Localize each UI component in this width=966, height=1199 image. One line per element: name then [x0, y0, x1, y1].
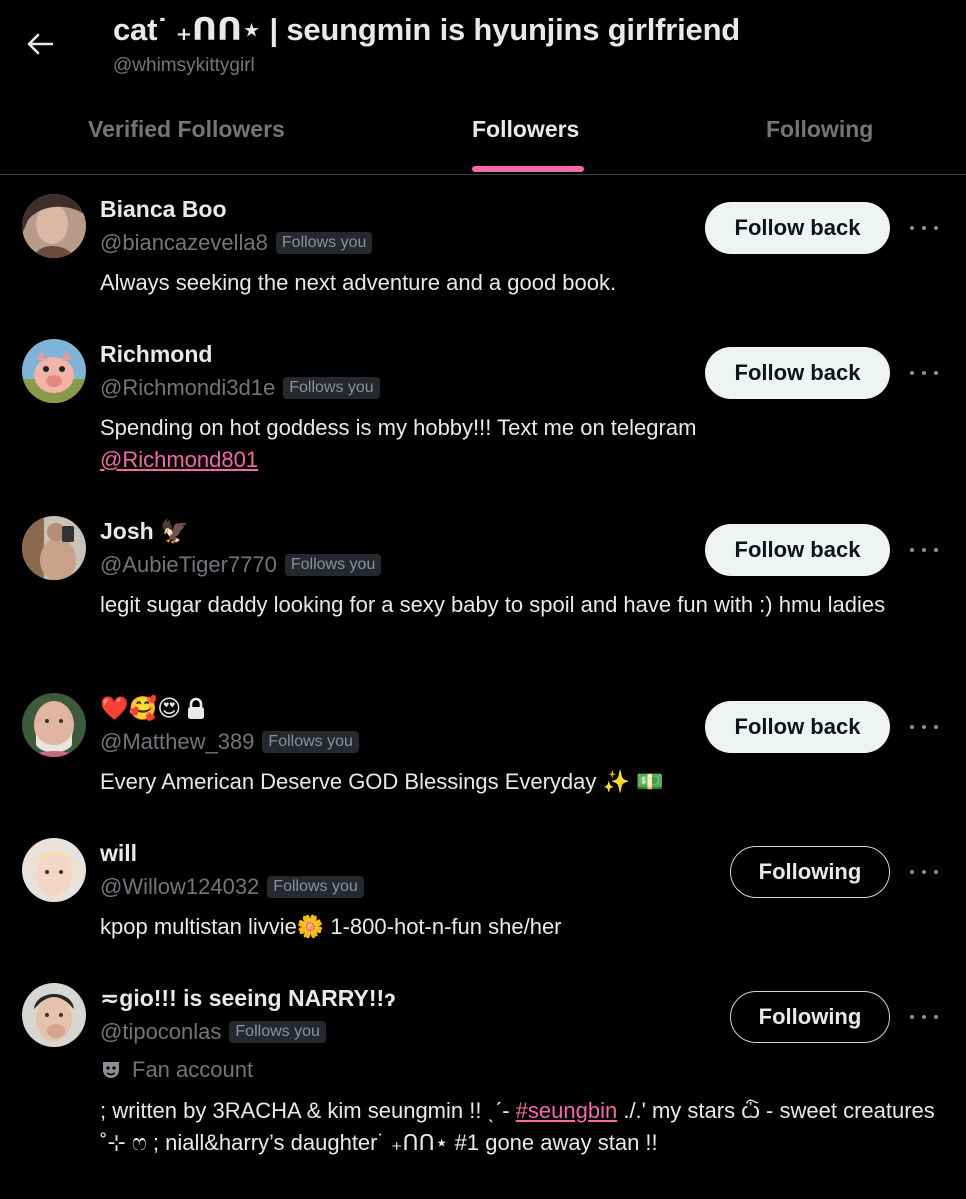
- follower-bio-text-start: ; written by 3RACHA & kim seungmin !! ˎˊ…: [100, 1098, 516, 1123]
- follower-row[interactable]: Josh 🦅 @AubieTiger7770 Follows you legit…: [0, 498, 966, 675]
- avatar[interactable]: [22, 194, 86, 258]
- follower-handle-line: @Richmondi3d1e Follows you: [100, 375, 380, 401]
- follower-handle-line: @tipoconlas Follows you: [100, 1019, 326, 1045]
- follower-handle-line: @Matthew_389 Follows you: [100, 729, 359, 755]
- account-label: Fan account: [100, 1057, 253, 1083]
- avatar[interactable]: [22, 838, 86, 902]
- follower-handle[interactable]: @Richmondi3d1e: [100, 375, 275, 401]
- follower-bio: kpop multistan livvie🌼 1-800-hot-n-fun s…: [100, 914, 562, 939]
- follows-you-badge: Follows you: [229, 1021, 326, 1043]
- bio-hashtag-link[interactable]: #seungbin: [516, 1098, 618, 1123]
- follower-row[interactable]: Richmond @Richmondi3d1e Follows you Spen…: [0, 321, 966, 498]
- follow-back-button[interactable]: Follow back: [705, 524, 890, 576]
- follower-handle[interactable]: @Willow124032: [100, 874, 259, 900]
- follow-back-button[interactable]: Follow back: [705, 202, 890, 254]
- follows-you-badge: Follows you: [262, 731, 359, 753]
- follower-handle[interactable]: @Matthew_389: [100, 729, 254, 755]
- follower-name[interactable]: will: [100, 840, 137, 867]
- follow-back-button[interactable]: Follow back: [705, 701, 890, 753]
- follows-you-badge: Follows you: [267, 876, 364, 898]
- follower-row[interactable]: Bianca Boo @biancazevella8 Follows you A…: [0, 176, 966, 321]
- follower-handle[interactable]: @biancazevella8: [100, 230, 268, 256]
- bio-mention-link[interactable]: @Richmond801: [100, 447, 258, 472]
- follower-bio: Spending on hot goddess is my hobby!!! T…: [100, 412, 940, 476]
- header: cat˙ ₊ᑎᑎ⋆ | seungmin is hyunjins girlfri…: [0, 0, 966, 175]
- page-handle: @whimsykittygirl: [113, 55, 255, 76]
- follower-name[interactable]: ≂gio!!! is seeing NARRY!!ɂ: [100, 985, 395, 1012]
- avatar[interactable]: [22, 983, 86, 1047]
- follow-back-button[interactable]: Follow back: [705, 347, 890, 399]
- follower-row[interactable]: ❤️🥰😍 @Matthew_389 Follows you Every Amer…: [0, 675, 966, 820]
- follows-you-badge: Follows you: [284, 554, 382, 576]
- page-title: cat˙ ₊ᑎᑎ⋆ | seungmin is hyunjins girlfri…: [113, 12, 741, 47]
- lock-icon: [188, 697, 205, 719]
- avatar[interactable]: [22, 339, 86, 403]
- tab-following[interactable]: Following: [766, 116, 873, 174]
- following-button[interactable]: Following: [730, 991, 890, 1043]
- tab-verified-followers[interactable]: Verified Followers: [88, 116, 285, 174]
- more-options-button[interactable]: [910, 218, 938, 238]
- follower-bio: Every American Deserve GOD Blessings Eve…: [100, 769, 664, 794]
- follower-row[interactable]: ≂gio!!! is seeing NARRY!!ɂ @tipoconlas F…: [0, 965, 966, 1199]
- follower-name-text: ❤️🥰😍: [100, 695, 182, 721]
- avatar[interactable]: [22, 693, 86, 757]
- follower-bio: ; written by 3RACHA & kim seungmin !! ˎˊ…: [100, 1095, 940, 1159]
- follower-bio: legit sugar daddy looking for a sexy bab…: [100, 592, 886, 617]
- active-tab-indicator: [472, 166, 584, 172]
- follower-name[interactable]: Josh 🦅: [100, 518, 189, 545]
- follower-bio-text: Spending on hot goddess is my hobby!!! T…: [100, 415, 697, 440]
- more-options-button[interactable]: [910, 363, 938, 383]
- follower-name[interactable]: ❤️🥰😍: [100, 695, 207, 722]
- more-options-button[interactable]: [910, 862, 938, 882]
- follower-handle-line: @biancazevella8 Follows you: [100, 230, 373, 256]
- follows-you-badge: Follows you: [275, 232, 373, 254]
- follower-row[interactable]: will @Willow124032 Follows you kpop mult…: [0, 820, 966, 965]
- follower-bio: Always seeking the next adventure and a …: [100, 270, 617, 295]
- more-options-button[interactable]: [910, 540, 938, 560]
- more-options-button[interactable]: [910, 717, 938, 737]
- avatar[interactable]: [22, 516, 86, 580]
- follower-handle[interactable]: @tipoconlas: [100, 1019, 221, 1045]
- back-button[interactable]: [18, 22, 62, 66]
- arrow-left-icon: [27, 33, 53, 55]
- follower-handle-line: @AubieTiger7770 Follows you: [100, 552, 382, 578]
- follower-name[interactable]: Richmond: [100, 341, 212, 368]
- account-label-text: Fan account: [132, 1057, 254, 1082]
- more-options-button[interactable]: [910, 1007, 938, 1027]
- follower-name[interactable]: Bianca Boo: [100, 196, 227, 223]
- follower-handle-line: @Willow124032 Follows you: [100, 874, 364, 900]
- follower-handle[interactable]: @AubieTiger7770: [100, 552, 277, 578]
- follows-you-badge: Follows you: [283, 377, 380, 399]
- theater-masks-icon: [103, 1062, 119, 1078]
- following-button[interactable]: Following: [730, 846, 890, 898]
